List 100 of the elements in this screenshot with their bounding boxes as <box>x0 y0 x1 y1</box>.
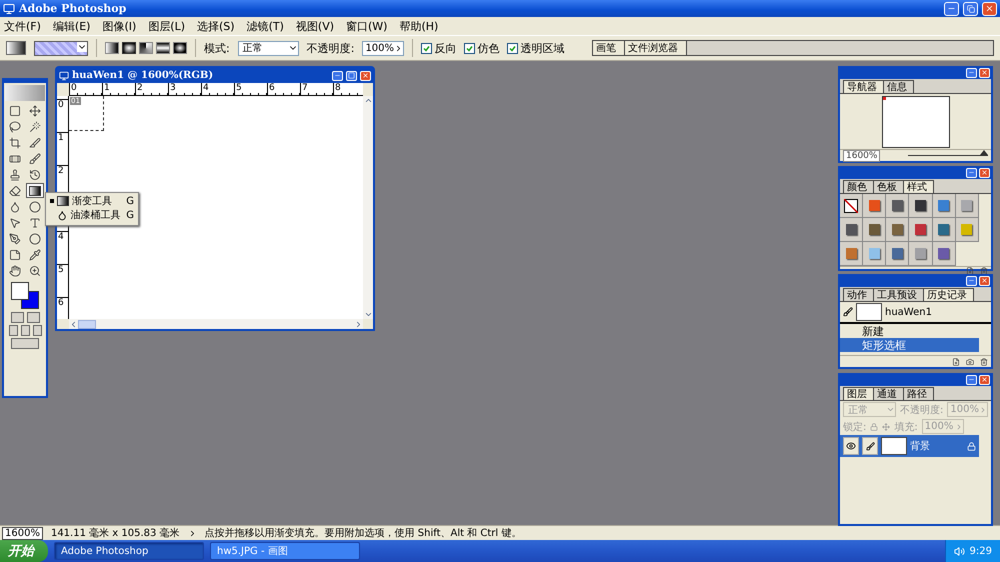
trash-icon <box>980 267 988 275</box>
history-state[interactable]: 新建 <box>840 324 979 338</box>
menu-item[interactable]: 文件(F) <box>4 18 41 34</box>
vertical-scrollbar[interactable] <box>363 96 373 319</box>
well-tab[interactable]: 文件浏览器 <box>625 41 687 55</box>
panel-tab[interactable]: 动作 <box>843 288 874 301</box>
style-swatch[interactable] <box>909 218 933 242</box>
menu-item[interactable]: 选择(S) <box>197 18 235 34</box>
tool-preset-picker[interactable] <box>6 41 26 55</box>
minimize-button[interactable] <box>944 2 959 16</box>
maximize-icon <box>348 72 355 79</box>
color-swatches[interactable] <box>9 280 41 310</box>
style-swatch[interactable] <box>886 242 910 266</box>
screen-mode-button[interactable] <box>8 325 18 336</box>
style-swatch[interactable] <box>863 218 886 242</box>
scroll-thumb[interactable] <box>78 320 96 328</box>
lock-icon <box>870 422 878 430</box>
history-state[interactable]: 矩形选框 <box>840 338 979 352</box>
ruler-label: 4 <box>201 83 234 95</box>
zoom-field[interactable]: 1600% <box>843 150 880 162</box>
checkbox[interactable] <box>507 42 518 54</box>
panel-tab[interactable]: 样式 <box>903 180 934 193</box>
taskbar-button[interactable]: hw5.JPG - 画图 <box>210 542 360 560</box>
style-swatch[interactable] <box>840 242 864 266</box>
type-icon <box>29 216 41 228</box>
panel-tab[interactable]: 颜色 <box>843 180 874 193</box>
slider-thumb[interactable] <box>980 150 988 155</box>
taskbar-button[interactable]: Adobe Photoshop <box>54 542 204 560</box>
panel-tab[interactable]: 路径 <box>903 387 934 400</box>
layer-row[interactable]: 背景 <box>840 435 979 457</box>
close-button[interactable] <box>979 374 990 384</box>
style-swatch[interactable] <box>956 218 979 242</box>
gradient-type-button[interactable] <box>105 42 119 54</box>
gradient-type-button[interactable] <box>156 42 170 54</box>
panel-tab[interactable]: 图层 <box>843 387 874 400</box>
style-swatch[interactable] <box>932 218 956 242</box>
visibility-toggle[interactable] <box>843 437 859 455</box>
ruler-label: 5 <box>57 264 68 297</box>
panel-tab[interactable]: 信息 <box>883 80 914 93</box>
quick-mask-button[interactable] <box>26 312 40 323</box>
opacity-field[interactable]: 100% <box>362 40 404 56</box>
close-button[interactable] <box>979 276 990 286</box>
minimize-button[interactable] <box>966 168 977 178</box>
panel-tab[interactable]: 历史记录 <box>923 288 974 301</box>
restore-button[interactable] <box>963 2 978 16</box>
gradient-type-button[interactable] <box>173 42 187 54</box>
checkmark-icon <box>423 44 430 52</box>
menu-item[interactable]: 窗口(W) <box>346 18 388 34</box>
menu-item[interactable]: 编辑(E) <box>52 18 90 34</box>
style-swatch[interactable] <box>863 194 886 218</box>
menu-item[interactable]: 图像(I) <box>102 18 136 34</box>
lock-icon <box>967 442 976 450</box>
mode-dropdown[interactable]: 正常 <box>238 40 299 56</box>
horizontal-scrollbar[interactable] <box>69 319 363 329</box>
checkbox[interactable] <box>421 42 432 54</box>
style-swatch[interactable] <box>932 194 956 218</box>
style-swatch[interactable] <box>909 242 933 266</box>
checkbox[interactable] <box>464 42 476 54</box>
minimize-button[interactable] <box>966 374 977 384</box>
panel-tab[interactable]: 通道 <box>873 387 904 400</box>
link-toggle[interactable] <box>862 437 878 455</box>
close-button[interactable] <box>979 68 990 78</box>
style-swatch[interactable] <box>840 218 864 242</box>
style-swatch[interactable] <box>909 194 933 218</box>
style-swatch[interactable] <box>863 242 886 266</box>
brush-icon <box>866 442 874 450</box>
style-swatch[interactable] <box>932 242 956 266</box>
minimize-button[interactable] <box>332 70 343 80</box>
panel-tab[interactable]: 色板 <box>873 180 904 193</box>
checkbox-label: 反向 <box>434 40 456 56</box>
start-button[interactable]: 开始 <box>0 540 48 562</box>
maximize-button[interactable] <box>346 70 357 80</box>
panel-tab[interactable]: 导航器 <box>843 80 884 93</box>
jump-to-button[interactable] <box>11 338 39 349</box>
menu-item[interactable]: 帮助(H) <box>399 18 438 34</box>
minimize-button[interactable] <box>966 68 977 78</box>
gradient-type-button[interactable] <box>122 42 136 54</box>
style-swatch[interactable] <box>956 194 979 218</box>
style-swatch[interactable] <box>886 218 910 242</box>
screen-mode-button[interactable] <box>32 325 42 336</box>
close-button[interactable] <box>979 168 990 178</box>
menu-item[interactable]: 视图(V) <box>296 18 334 34</box>
panel-tab[interactable]: 工具预设 <box>873 288 924 301</box>
screen-mode-button[interactable] <box>20 325 30 336</box>
gradient-type-button[interactable] <box>139 42 153 54</box>
menu-item[interactable]: 滤镜(T) <box>246 18 284 34</box>
zoom-field[interactable]: 1600% <box>2 526 43 540</box>
gradient-picker[interactable] <box>34 40 88 56</box>
close-icon <box>985 4 994 13</box>
lasso-icon <box>9 120 21 132</box>
minimize-button[interactable] <box>966 276 977 286</box>
tool-button[interactable] <box>26 183 44 198</box>
menu-item[interactable]: 图层(L) <box>148 18 186 34</box>
document-icon <box>59 70 69 80</box>
style-swatch[interactable] <box>886 194 910 218</box>
standard-mode-button[interactable] <box>10 312 24 323</box>
close-button[interactable] <box>982 2 997 16</box>
close-button[interactable] <box>360 70 371 80</box>
style-swatch[interactable] <box>840 194 864 218</box>
well-tab[interactable]: 画笔 <box>593 41 625 55</box>
